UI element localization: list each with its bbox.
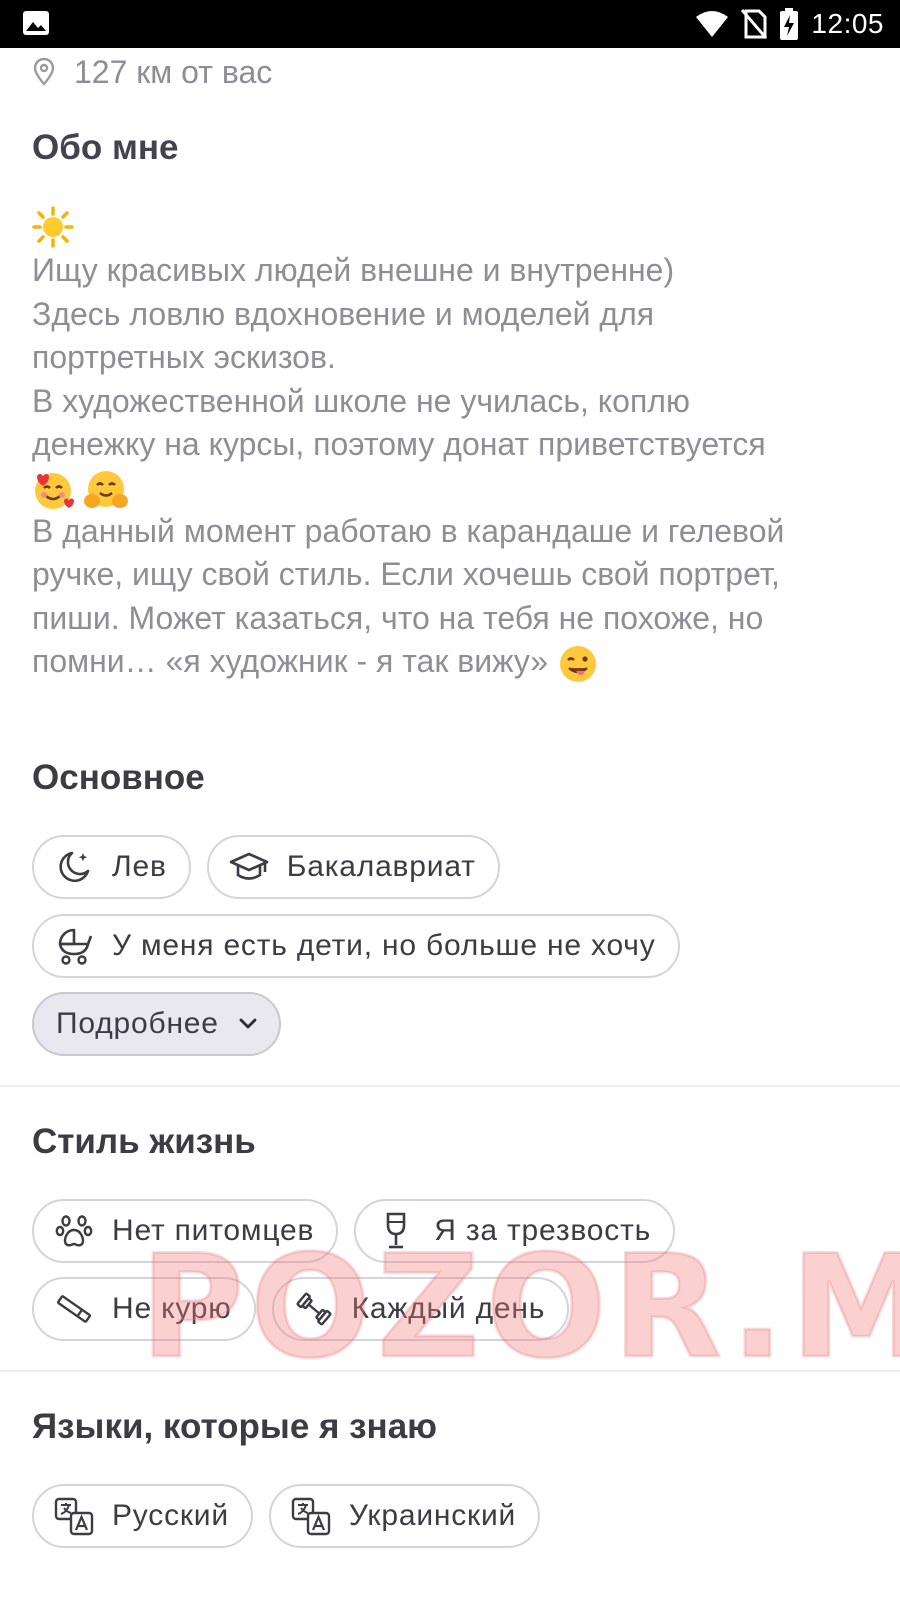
chip-language-ukrainian[interactable]: Украинский [268,1484,541,1548]
bio-line: В художественной школе не училась, коплю [32,382,690,419]
chip-label: Бакалавриат [286,850,476,883]
dumbbell-icon [294,1289,334,1329]
chip-pets[interactable]: Нет питомцев [32,1199,339,1263]
bio-line: Здесь ловлю вдохновение и моделей для [32,295,655,332]
chip-label: Каждый день [351,1292,546,1325]
bio-line: В данный момент работаю в карандаше и ге… [32,512,785,549]
bio-line: Ищу красивых людей внешне и внутренне) [32,252,675,288]
chip-label: Нет питомцев [112,1214,315,1247]
more-details-label: Подробнее [56,1007,219,1040]
smiling-hearts-emoji [35,473,74,510]
section-divider [0,1085,900,1087]
bio-line: портретных эскизов. [32,339,336,375]
languages-title: Языки, которые я знаю [32,1407,438,1446]
languages-chip-row: Русский Украинский [32,1484,541,1548]
chip-smoking[interactable]: Не курю [32,1277,256,1341]
basics-more-row: Подробнее [32,992,281,1056]
section-divider [0,1370,900,1372]
chip-education[interactable]: Бакалавриат [206,835,500,899]
more-details-button[interactable]: Подробнее [32,992,281,1056]
translate-icon [54,1496,94,1536]
moon-stars-icon [54,847,94,887]
translate-icon [291,1496,331,1536]
bio-line: помни… «я художник - я так вижу» [32,643,549,679]
bio-line: денежку на курсы, поэтому донат приветст… [32,426,766,462]
basics-title: Основное [32,758,205,797]
chip-drinking[interactable]: Я за трезвость [354,1199,676,1263]
chip-label: Я за трезвость [434,1214,652,1247]
chip-label: Украинский [348,1499,517,1532]
cigarette-icon [54,1289,94,1329]
clock: 12:05 [811,8,884,39]
wifi-icon [696,11,729,37]
location-pin-icon [33,58,55,86]
chip-label: Русский [112,1499,229,1532]
wine-glass-icon [376,1211,416,1251]
chip-label: Не курю [112,1292,232,1325]
chip-label: У меня есть дети, но больше не хочу [112,929,656,962]
chip-language-russian[interactable]: Русский [32,1484,253,1548]
about-title: Обо мне [32,128,179,167]
winking-tongue-emoji [559,645,596,682]
chip-label: Лев [112,850,167,883]
hugging-emoji [83,471,128,509]
battery-charging-icon [780,8,799,40]
chip-workout[interactable]: Каждый день [271,1277,570,1341]
chevron-down-icon [239,1018,257,1029]
lifestyle-title: Стиль жизнь [32,1122,256,1161]
chip-zodiac[interactable]: Лев [32,835,191,899]
graduation-cap-icon [229,847,269,887]
baby-carriage-icon [54,926,94,966]
paw-icon [54,1211,94,1251]
lifestyle-chip-row: Нет питомцев Я за трезвость [32,1199,676,1263]
location-row: 127 км от вас [32,52,272,92]
bio-text: Ищу красивых людей внешне и внутренне) З… [32,203,882,684]
no-sim-icon [741,9,768,39]
bio-line: пиши. Может казаться, что на тебя не пох… [32,599,764,636]
basics-chip-row: Лев Бакалавриат [32,835,500,899]
lifestyle-chip-row: Не курю Каждый день [32,1277,570,1341]
status-bar: 12:05 [0,0,900,48]
basics-chip-row: У меня есть дети, но больше не хочу [32,914,680,978]
image-icon [23,11,49,35]
chip-kids[interactable]: У меня есть дети, но больше не хочу [32,914,680,978]
sun-emoji [32,205,74,248]
bio-line: ручке, ищу свой стиль. Если хочешь свой … [32,556,780,592]
location-distance: 127 км от вас [74,53,273,90]
